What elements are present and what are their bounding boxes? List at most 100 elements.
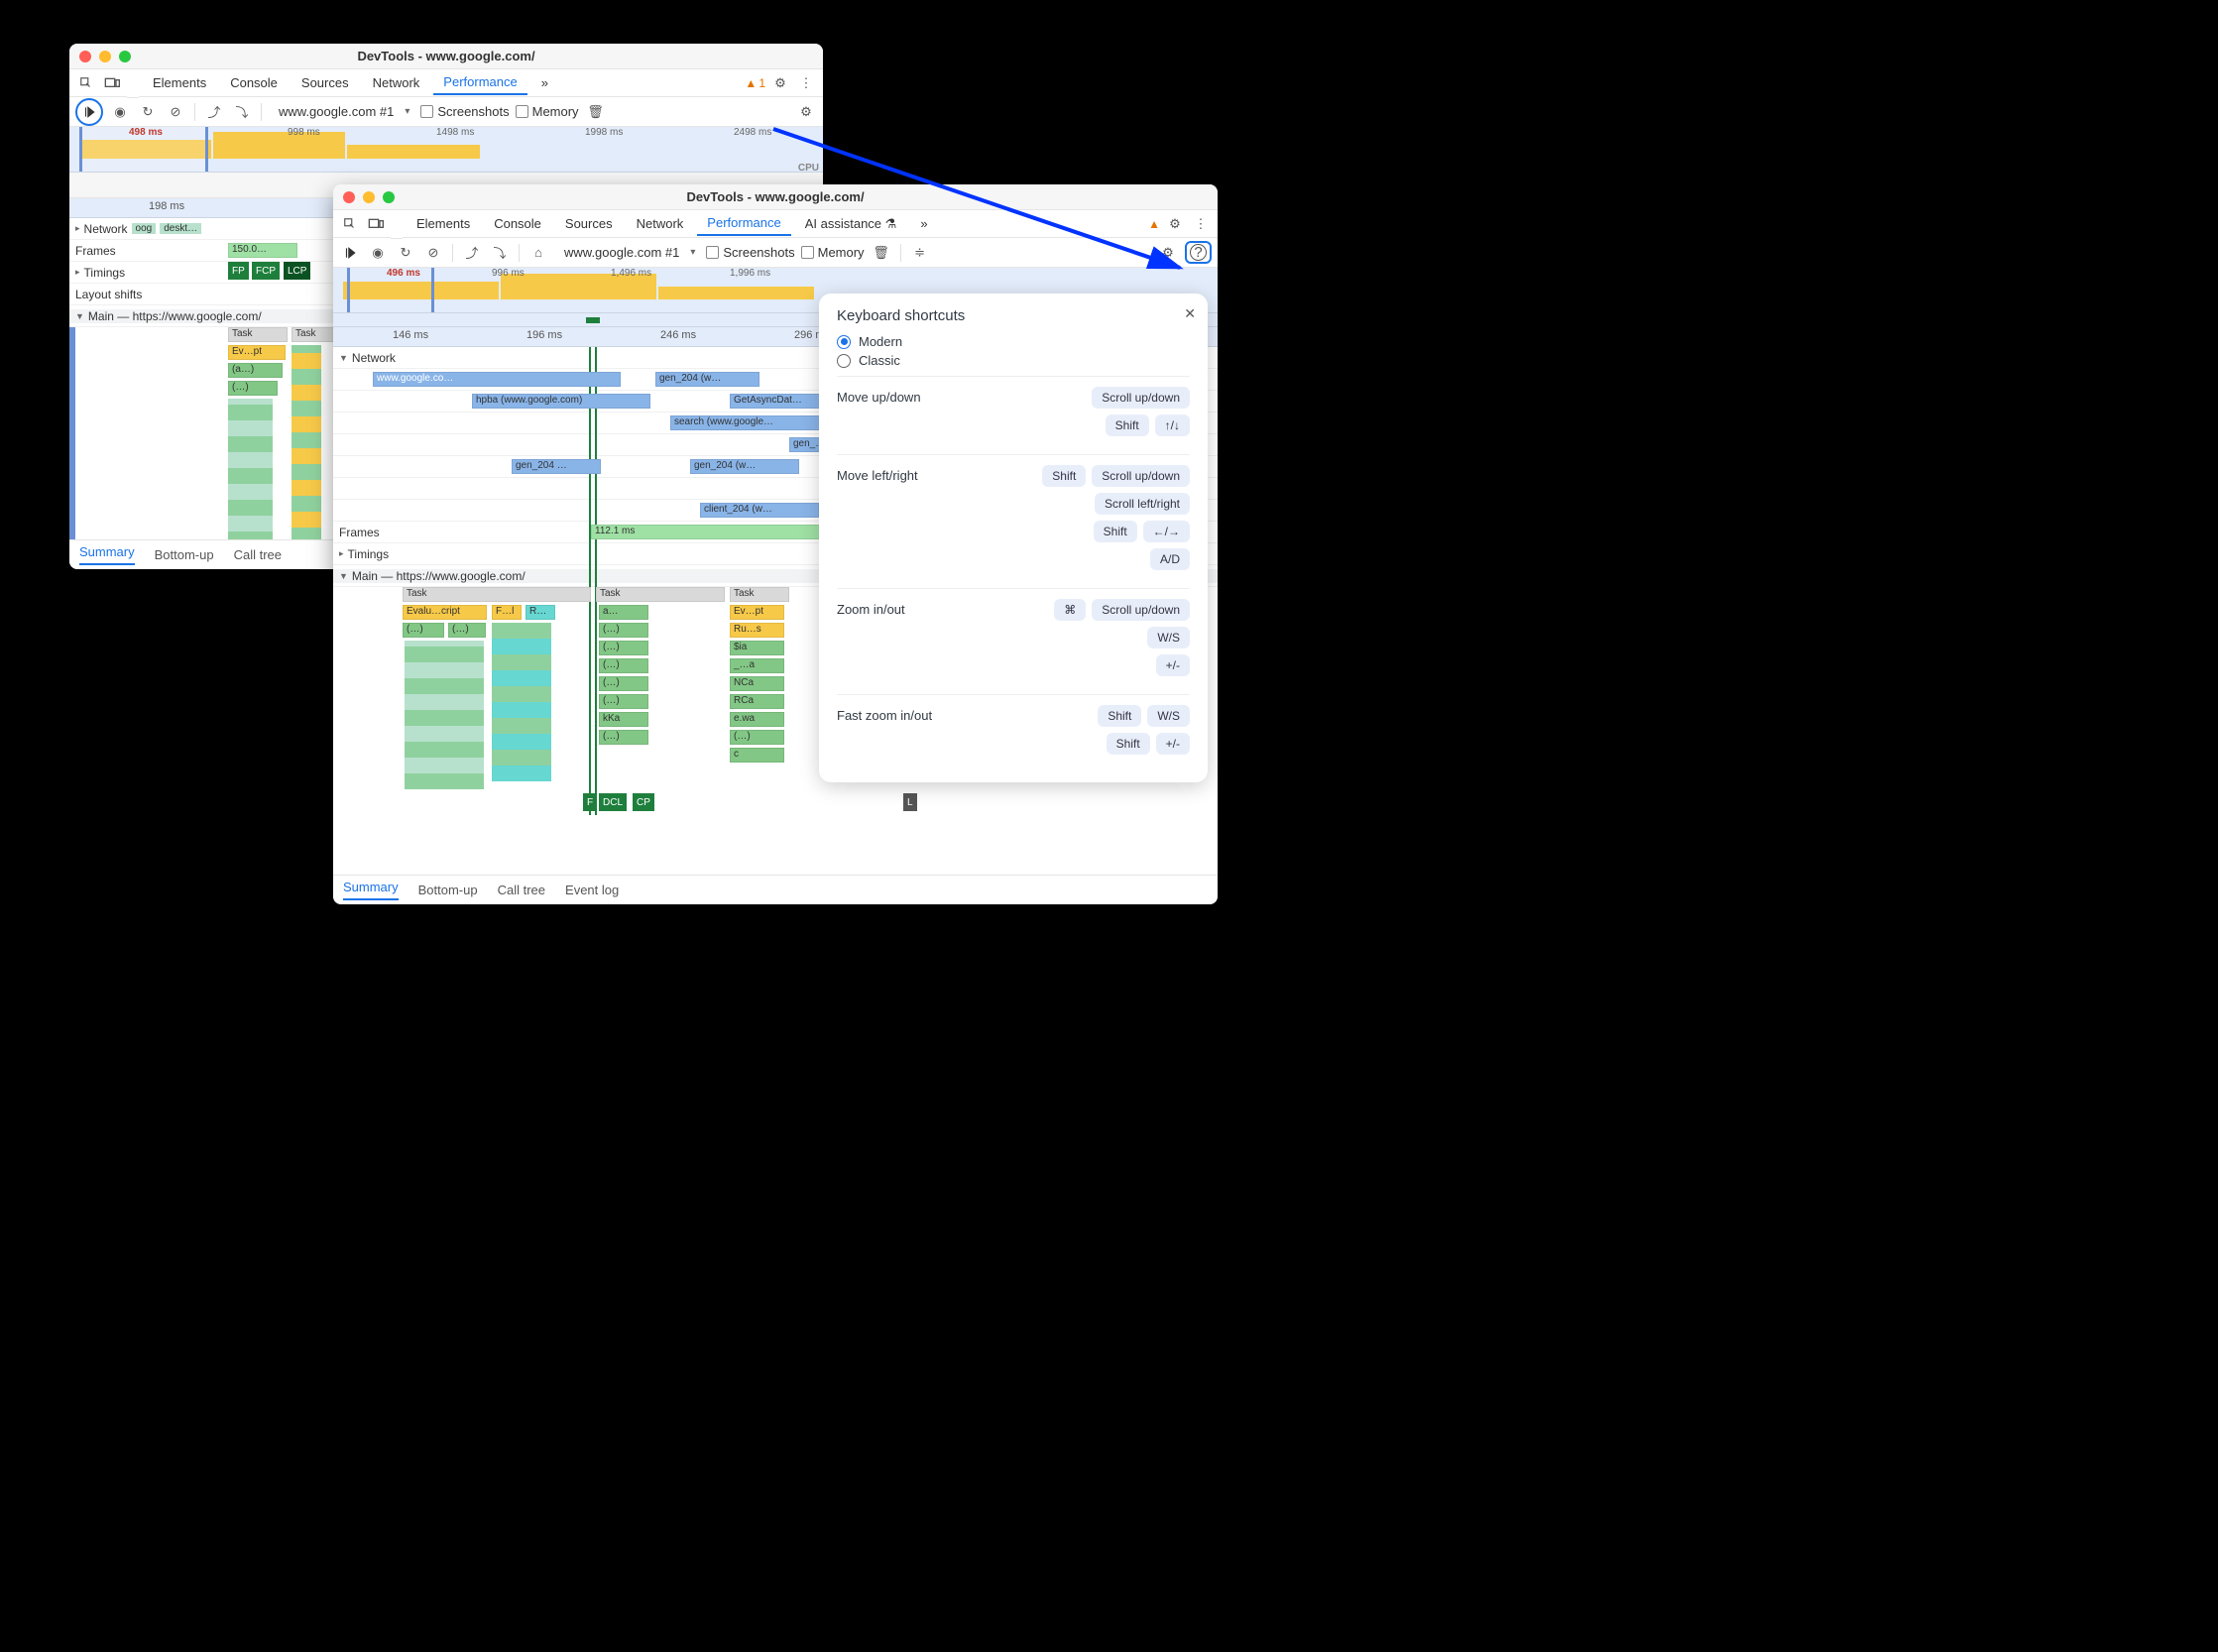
recording-select[interactable]: www.google.com #1 [270, 101, 414, 122]
tab-sources[interactable]: Sources [555, 212, 623, 235]
radio-modern[interactable]: Modern [837, 334, 1190, 349]
overview-strip[interactable]: 498 ms 998 ms 1498 ms 1998 ms 2498 ms CP… [69, 127, 823, 173]
perf-toolbar: ◉ ↻ ⊘ ⤴ ⤵ www.google.com #1 Screenshots … [69, 97, 823, 127]
gc-icon[interactable]: 🗑 [585, 101, 607, 123]
perf-toolbar: ◉ ↻ ⊘ ⤴ ⤵ ⌂ www.google.com #1 Screenshot… [333, 238, 1218, 268]
key-pill: Shift [1107, 733, 1150, 755]
footer-tab-bottomup[interactable]: Bottom-up [418, 883, 478, 897]
tab-performance[interactable]: Performance [433, 70, 526, 95]
shortcut-label: Zoom in/out [837, 599, 1044, 617]
key-pill: ⌘ [1054, 599, 1086, 621]
devtools-window-2: DevTools - www.google.com/ Elements Cons… [333, 184, 1218, 904]
radio-classic[interactable]: Classic [837, 353, 1190, 368]
tabs-overflow[interactable]: » [531, 71, 558, 94]
record-reload-icon[interactable] [339, 242, 361, 264]
footer-tabs: Summary Bottom-up Call tree Event log [333, 875, 1218, 904]
key-pill: Shift [1098, 705, 1141, 727]
recording-select[interactable]: www.google.com #1 [555, 242, 700, 263]
key-pill: Scroll left/right [1095, 493, 1190, 515]
footer-tab-calltree[interactable]: Call tree [234, 547, 282, 562]
gear-icon[interactable]: ⚙ [769, 72, 791, 94]
keyboard-shortcuts-popover: ✕ Keyboard shortcuts Modern Classic Move… [819, 294, 1208, 782]
key-pill: Scroll up/down [1092, 599, 1190, 621]
footer-tab-eventlog[interactable]: Event log [565, 883, 619, 897]
key-pill: ↑/↓ [1155, 414, 1190, 436]
titlebar: DevTools - www.google.com/ [333, 184, 1218, 210]
key-pill: +/- [1156, 733, 1190, 755]
record-icon[interactable]: ◉ [367, 242, 389, 264]
tab-elements[interactable]: Elements [143, 71, 216, 94]
tabs-bar: Elements Console Sources Network Perform… [69, 69, 823, 97]
key-pill: Shift [1106, 414, 1149, 436]
overview-tick: 2498 ms [734, 127, 771, 138]
clear-icon[interactable]: ⊘ [165, 101, 186, 123]
record-reload-highlight [75, 98, 103, 126]
tab-performance[interactable]: Performance [697, 211, 790, 236]
memory-checkbox[interactable]: Memory [516, 104, 579, 119]
upload-icon[interactable]: ⤴ [203, 101, 225, 123]
close-icon[interactable]: ✕ [1184, 305, 1196, 322]
overview-tick: 1498 ms [436, 127, 474, 138]
tabs-overflow[interactable]: » [910, 212, 937, 235]
help-highlight: ? [1185, 241, 1212, 264]
key-pill: A/D [1150, 548, 1190, 570]
inspect-icon[interactable] [339, 213, 361, 235]
shortcut-label: Move up/down [837, 387, 1082, 405]
key-pill: Scroll up/down [1092, 465, 1190, 487]
kebab-icon[interactable]: ⋮ [795, 72, 817, 94]
window-title: DevTools - www.google.com/ [333, 189, 1218, 204]
tab-console[interactable]: Console [220, 71, 288, 94]
reload-icon[interactable]: ↻ [137, 101, 159, 123]
key-pill: +/- [1156, 654, 1190, 676]
clear-icon[interactable]: ⊘ [422, 242, 444, 264]
titlebar: DevTools - www.google.com/ [69, 44, 823, 69]
shortcut-label: Move left/right [837, 465, 1032, 483]
footer-tab-calltree[interactable]: Call tree [498, 883, 545, 897]
tabs-bar: Elements Console Sources Network Perform… [333, 210, 1218, 238]
footer-tab-bottomup[interactable]: Bottom-up [155, 547, 214, 562]
download-icon[interactable]: ⤵ [231, 101, 253, 123]
sidebar-icon[interactable]: ≑ [909, 242, 931, 264]
gc-icon[interactable]: 🗑 [871, 242, 892, 264]
key-pill: Shift [1094, 521, 1137, 542]
window-title: DevTools - www.google.com/ [69, 49, 823, 63]
inspect-icon[interactable] [75, 72, 97, 94]
panel-settings-icon[interactable]: ⚙ [795, 101, 817, 123]
tab-network[interactable]: Network [363, 71, 430, 94]
overview-tick: 498 ms [129, 127, 163, 138]
record-icon[interactable]: ◉ [109, 101, 131, 123]
warning-badge[interactable]: ▲ 1 [745, 76, 765, 90]
device-icon[interactable] [365, 213, 387, 235]
flask-icon: ⚗ [885, 216, 897, 231]
upload-icon[interactable]: ⤴ [461, 242, 483, 264]
key-pill: Scroll up/down [1092, 387, 1190, 409]
download-icon[interactable]: ⤵ [489, 242, 511, 264]
reload-icon[interactable]: ↻ [395, 242, 416, 264]
tab-elements[interactable]: Elements [407, 212, 480, 235]
record-reload-icon[interactable] [78, 101, 100, 123]
overview-tick: 998 ms [288, 127, 320, 138]
tab-ai[interactable]: AI assistance ⚗ [795, 212, 907, 236]
key-pill: Shift [1042, 465, 1086, 487]
screenshots-checkbox[interactable]: Screenshots [706, 245, 794, 260]
warning-badge[interactable]: ▲ [1148, 217, 1160, 231]
shortcut-label: Fast zoom in/out [837, 705, 1088, 723]
device-icon[interactable] [101, 72, 123, 94]
help-icon[interactable]: ? [1190, 244, 1207, 261]
home-icon[interactable]: ⌂ [527, 242, 549, 264]
footer-tab-summary[interactable]: Summary [343, 880, 399, 900]
tab-console[interactable]: Console [484, 212, 551, 235]
key-pill: W/S [1147, 705, 1190, 727]
kebab-icon[interactable]: ⋮ [1190, 213, 1212, 235]
panel-settings-icon[interactable]: ⚙ [1157, 242, 1179, 264]
screenshots-checkbox[interactable]: Screenshots [420, 104, 509, 119]
footer-tab-summary[interactable]: Summary [79, 544, 135, 565]
tab-network[interactable]: Network [627, 212, 694, 235]
popover-title: Keyboard shortcuts [837, 307, 1190, 324]
key-pill: ←/→ [1143, 521, 1190, 542]
gear-icon[interactable]: ⚙ [1164, 213, 1186, 235]
overview-tick: 1998 ms [585, 127, 623, 138]
cpu-label: CPU [798, 163, 819, 174]
memory-checkbox[interactable]: Memory [801, 245, 865, 260]
tab-sources[interactable]: Sources [292, 71, 359, 94]
